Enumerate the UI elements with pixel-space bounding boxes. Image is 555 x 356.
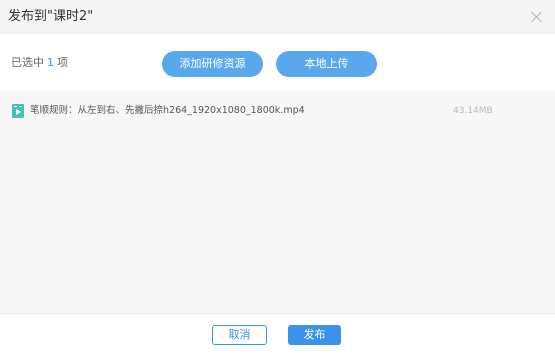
file-size: 43.14MB <box>453 106 493 116</box>
publish-dialog: 发布到"课时2" 已选中 1 项 添加研修资源 本地上传 笔顺规则：从左到右、先撇后… <box>0 0 555 356</box>
publish-button[interactable]: 发布 <box>288 325 341 345</box>
selection-suffix: 项 <box>57 56 68 69</box>
selection-summary: 已选中 1 项 <box>11 56 68 70</box>
dialog-header: 发布到"课时2" <box>0 0 555 34</box>
list-item[interactable]: 笔顺规则：从左到右、先撇后捺h264_1920x1080_1800k.mp4 4… <box>0 103 555 119</box>
local-upload-button[interactable]: 本地上传 <box>276 51 377 77</box>
add-resource-button[interactable]: 添加研修资源 <box>162 51 263 77</box>
video-file-icon <box>12 104 24 118</box>
close-icon[interactable] <box>531 11 543 23</box>
file-list: 笔顺规则：从左到右、先撇后捺h264_1920x1080_1800k.mp4 4… <box>0 91 555 313</box>
cancel-button[interactable]: 取消 <box>212 325 267 345</box>
file-name: 笔顺规则：从左到右、先撇后捺h264_1920x1080_1800k.mp4 <box>30 105 305 116</box>
selection-count: 1 <box>47 56 54 69</box>
selection-prefix: 已选中 <box>11 56 44 69</box>
toolbar: 已选中 1 项 添加研修资源 本地上传 <box>0 34 555 91</box>
dialog-footer: 取消 发布 <box>0 313 555 356</box>
dialog-title: 发布到"课时2" <box>8 9 94 24</box>
